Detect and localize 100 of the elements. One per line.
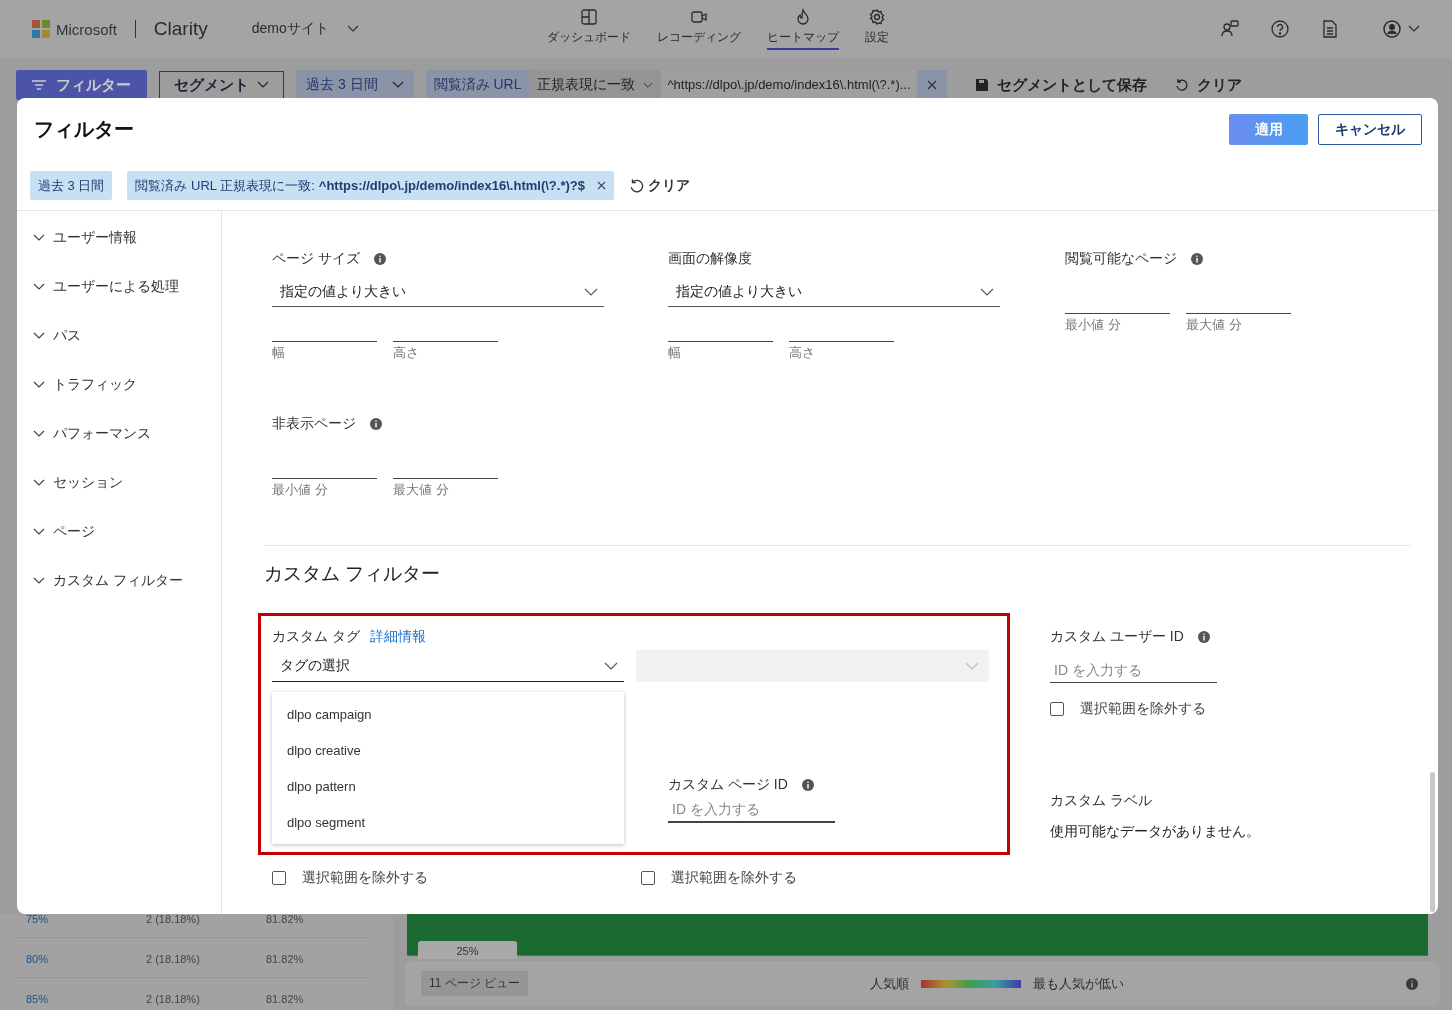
chevron-icon <box>33 528 45 536</box>
site-dropdown[interactable]: demoサイト <box>251 20 359 38</box>
product-name: Clarity <box>153 18 208 40</box>
sidebar-item[interactable]: トラフィック <box>17 375 221 395</box>
field-caption: 幅 <box>272 344 286 362</box>
menu-option[interactable]: dlpo pattern <box>272 768 624 804</box>
sidebar-item[interactable]: セッション <box>17 473 221 493</box>
table-cell-text: 80% <box>26 953 50 965</box>
table-cell: 81.82% <box>266 953 304 965</box>
table-cell-text: 85% <box>26 993 50 1005</box>
filter-button[interactable]: フィルター <box>16 70 147 100</box>
sidebar-item[interactable]: パス <box>17 326 221 346</box>
condition-dropdown[interactable]: 指定の値より大きい <box>272 277 604 307</box>
filter-lines-icon <box>32 80 46 90</box>
cancel-button[interactable]: キャンセル <box>1318 114 1422 145</box>
table-cell: 81.82% <box>266 913 304 925</box>
brand-name: Microsoft <box>56 20 117 38</box>
filter-field: 閲覧済み URL <box>433 76 522 94</box>
chevron-down-icon <box>391 81 404 89</box>
field-label: 非表示ページ <box>272 415 356 433</box>
operator-dropdown[interactable]: 正規表現に一致 <box>529 70 662 100</box>
clear-button[interactable]: クリア <box>1174 75 1242 95</box>
condition-dropdown[interactable]: 指定の値より大きい <box>668 277 1000 307</box>
microsoft-logo-icon <box>32 20 50 38</box>
sidebar-item[interactable]: パフォーマンス <box>17 424 221 444</box>
document-icon[interactable] <box>1320 19 1340 39</box>
chevron-down-icon <box>346 25 359 33</box>
nav-tab[interactable]: レコーディング <box>656 8 741 50</box>
tag-dropdown[interactable]: タグの選択 <box>272 650 624 682</box>
exclude-checkbox[interactable]: 選択範囲を除外する <box>1050 699 1260 719</box>
filter-chip[interactable]: 過去 3 日間 <box>30 171 113 200</box>
menu-option[interactable]: dlpo segment <box>272 804 624 840</box>
dialog-title: フィルター <box>34 117 134 142</box>
sidebar-item[interactable]: ページ <box>17 522 221 542</box>
chevron-down-icon <box>1408 25 1420 33</box>
dashboard-icon <box>579 8 598 26</box>
field-label: カスタム ユーザー ID <box>1050 628 1184 646</box>
avatar-icon <box>1382 19 1402 39</box>
chevron-down-icon <box>643 81 654 89</box>
field-caption: 幅 <box>668 344 682 362</box>
save-segment-button[interactable]: セグメントとして保存 <box>974 75 1147 95</box>
chevron-icon <box>33 283 45 291</box>
undo-icon <box>1174 78 1189 92</box>
chevron-down-icon <box>257 81 269 89</box>
chevron-down-icon <box>980 287 994 296</box>
legend-label: 人気順 <box>870 974 910 993</box>
empty-message: 使用可能なデータがありません。 <box>1050 823 1260 841</box>
scrollbar[interactable] <box>1430 772 1435 912</box>
exclude-checkbox[interactable]: 選択範囲を除外する <box>641 868 1010 888</box>
sidebar-item[interactable]: カスタム フィルター <box>17 571 221 591</box>
info-icon[interactable] <box>1197 631 1210 643</box>
chevron-icon <box>33 332 45 340</box>
menu-option[interactable]: dlpo creative <box>272 732 624 768</box>
table-cell-text: 2 (18.18%) <box>146 913 201 925</box>
field-label: カスタム ページ ID <box>668 776 788 794</box>
field-label: カスタム ラベル <box>1050 792 1152 810</box>
page-views-badge: 11 ページ ビュー <box>421 971 529 996</box>
chevron-down-icon <box>604 661 618 670</box>
field-label: カスタム タグ <box>272 628 360 646</box>
people-icon[interactable] <box>1220 19 1240 39</box>
account-menu[interactable] <box>1382 19 1420 39</box>
chevron-icon <box>33 234 45 242</box>
info-icon[interactable] <box>1406 977 1418 990</box>
field-caption: 高さ <box>789 344 816 362</box>
save-icon <box>974 78 989 92</box>
field-label: 画面の解像度 <box>668 250 752 268</box>
filter-value: ^https://dlpo\.jp/demo/index16\.html(\?.*)... <box>661 70 917 100</box>
exclude-checkbox[interactable]: 選択範囲を除外する <box>272 868 641 888</box>
video-camera-icon <box>689 8 708 26</box>
section-heading: カスタム フィルター <box>264 562 442 586</box>
clear-button[interactable]: クリア <box>629 176 690 195</box>
table-cell-text: 2 (18.18%) <box>146 953 201 965</box>
nav-tab[interactable]: ダッシュボード <box>546 8 631 50</box>
field-caption: 最大値 分 <box>393 481 450 499</box>
info-icon[interactable] <box>801 779 814 791</box>
field-caption: 最小値 分 <box>1065 316 1122 334</box>
table-cell-text: 75% <box>26 913 50 925</box>
info-icon[interactable] <box>373 253 386 265</box>
fold-marker: 25% <box>418 941 517 959</box>
filter-chip[interactable]: 閲覧済み URL 正規表現に一致: ^https://dlpo\.jp/demo/index16\.html(\?.*)?$ <box>127 171 614 200</box>
field-caption: 最小値 分 <box>272 481 329 499</box>
info-icon[interactable] <box>370 418 382 430</box>
chevron-icon <box>33 577 45 585</box>
chevron-icon <box>33 430 45 438</box>
details-link[interactable]: 詳細情報 <box>369 628 426 646</box>
nav-tab[interactable]: ヒートマップ <box>766 8 839 50</box>
legend-label: 最も人気が低い <box>1033 974 1125 993</box>
chevron-down-icon <box>965 662 979 670</box>
help-icon[interactable] <box>1270 19 1290 39</box>
close-icon[interactable] <box>597 181 606 190</box>
close-icon[interactable] <box>926 80 937 90</box>
nav-tab[interactable]: 設定 <box>864 8 889 50</box>
menu-option[interactable]: dlpo campaign <box>272 696 624 732</box>
info-icon[interactable] <box>1191 253 1203 265</box>
date-range-dropdown[interactable]: 過去 3 日間 <box>296 70 414 100</box>
sidebar-item[interactable]: ユーザー情報 <box>17 228 221 248</box>
sidebar-item[interactable]: ユーザーによる処理 <box>17 277 221 297</box>
undo-icon <box>629 177 645 194</box>
field-caption: 高さ <box>393 344 420 362</box>
table-cell-text: 2 (18.18%) <box>146 993 201 1005</box>
